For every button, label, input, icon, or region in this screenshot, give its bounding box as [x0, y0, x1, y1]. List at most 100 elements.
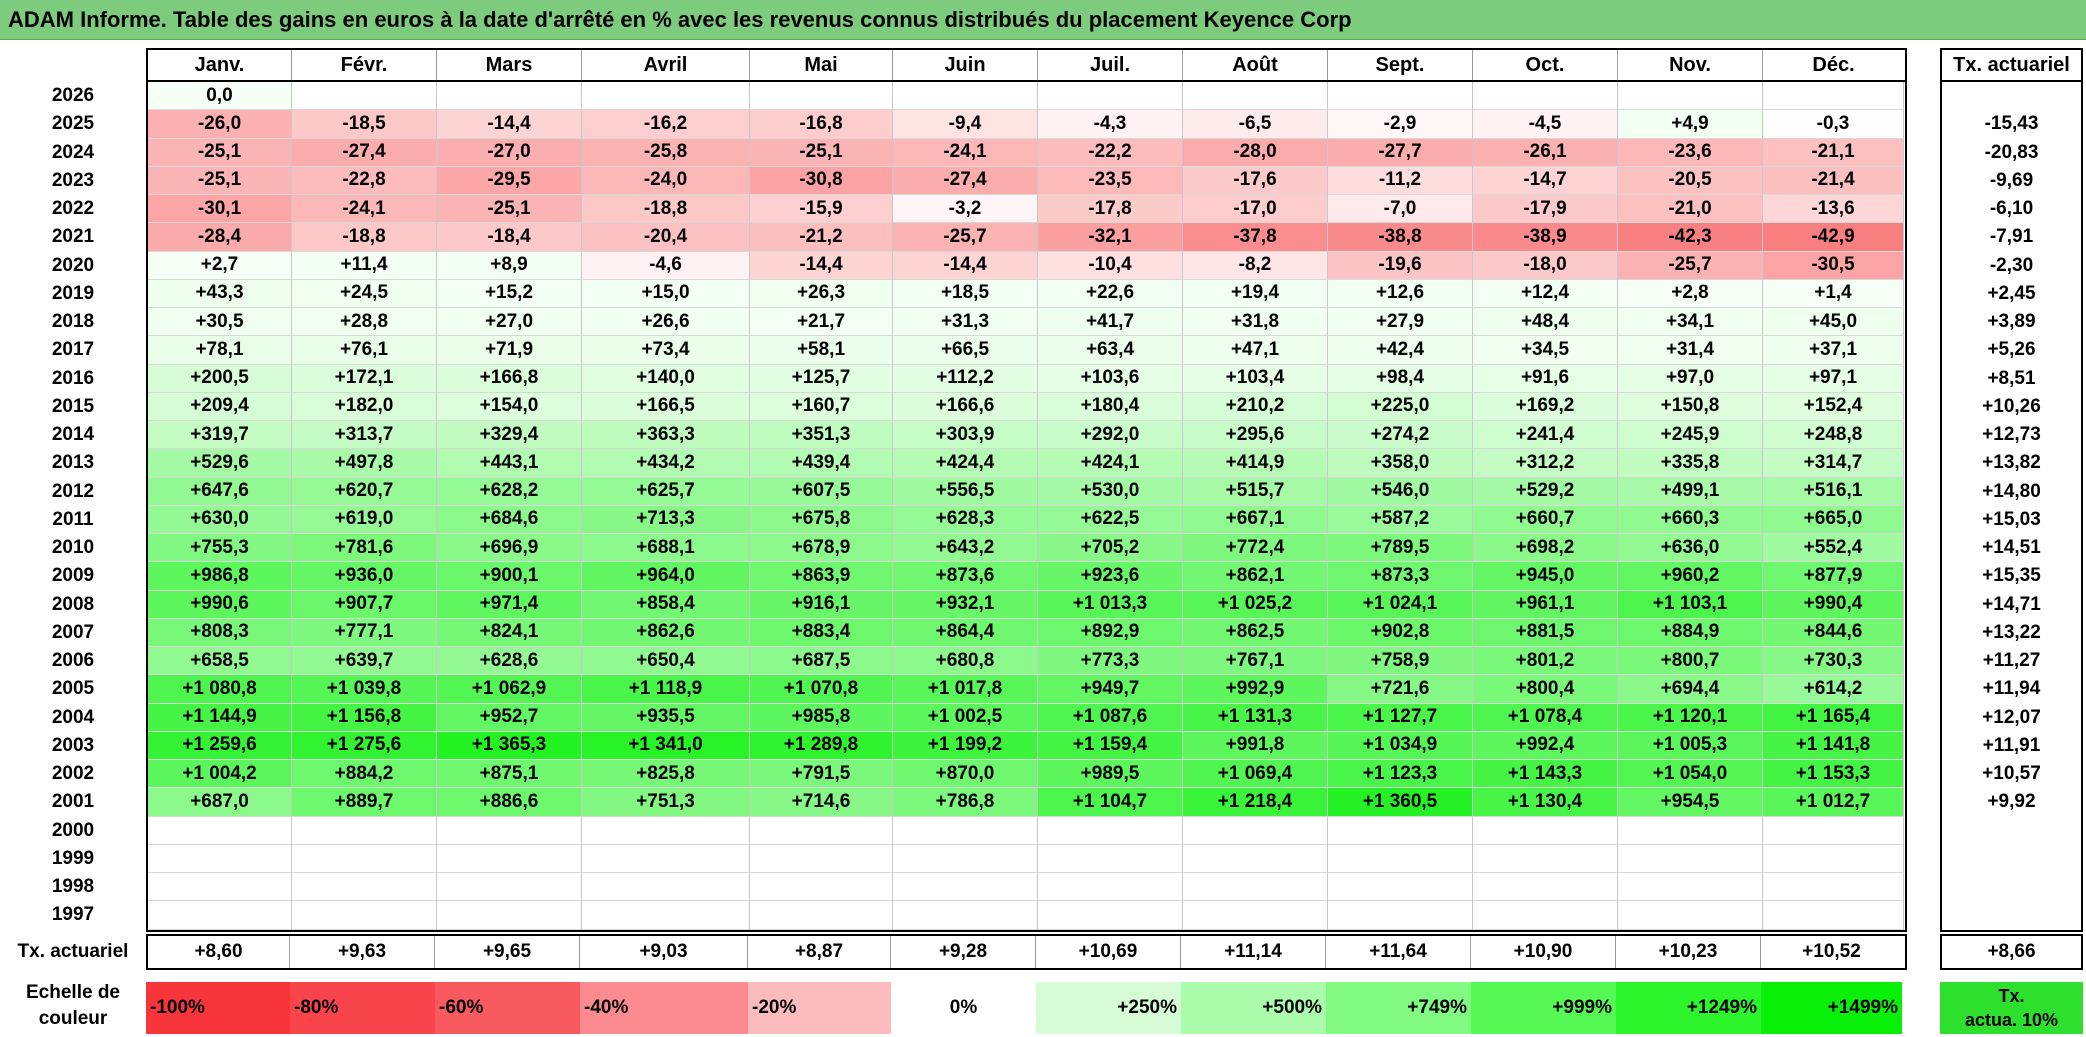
table-row [148, 816, 1905, 845]
gain-cell: +665,0 [1763, 505, 1904, 534]
gain-cell: +125,7 [750, 364, 893, 393]
gain-cell: -38,9 [1473, 223, 1618, 252]
gain-cell: -22,2 [1038, 138, 1183, 167]
color-scale-rate-line1: Tx. [1998, 986, 2025, 1006]
gain-cell: +777,1 [292, 618, 437, 647]
gain-cell: -17,6 [1183, 166, 1328, 195]
gain-cell: -21,2 [750, 223, 893, 252]
total-cell: +11,14 [1181, 936, 1326, 968]
gain-cell [1763, 82, 1904, 111]
total-cell: +9,63 [290, 936, 435, 968]
rate-cell [1942, 873, 2081, 901]
gain-cell: +949,7 [1038, 675, 1183, 704]
gain-cell: +15,2 [437, 279, 582, 308]
rate-cell: +13,82 [1982, 452, 2041, 474]
gain-cell [292, 844, 437, 873]
gain-cell: -26,0 [148, 110, 292, 139]
year-label: 2018 [51, 311, 95, 333]
totals-rate: +8,66 [1940, 934, 2083, 970]
gain-cell: +991,8 [1183, 731, 1328, 760]
gain-cell: +154,0 [437, 392, 582, 421]
table-row: -25,1 -27,4 -27,0 -25,8 -25,1 -24,1 -22,2 -28,0… [148, 138, 1905, 167]
gain-cell: +112,2 [893, 364, 1038, 393]
gain-cell [437, 901, 582, 930]
month-header-11: Déc. [1812, 53, 1855, 76]
table-row: +647,6 +620,7 +628,2 +625,7 +607,5 +556,5 +530… [148, 477, 1905, 506]
rate-cell: +8,51 [1987, 367, 2036, 389]
gain-cell: +295,6 [1183, 421, 1328, 450]
gain-cell [1473, 873, 1618, 902]
gain-cell: -21,4 [1763, 166, 1904, 195]
gain-cell: +1 024,1 [1328, 590, 1473, 619]
scale-step: +250% [1036, 982, 1181, 1034]
gain-cell [1473, 901, 1618, 930]
gain-cell: +870,0 [893, 760, 1038, 789]
gain-cell: -0,3 [1763, 110, 1904, 139]
gain-cell [1038, 901, 1183, 930]
rate-cell [1942, 901, 2081, 929]
gain-cell: -25,7 [1618, 251, 1763, 280]
rate-cell: +11,94 [1982, 678, 2041, 700]
gain-cell: -30,5 [1763, 251, 1904, 280]
gain-cell: +789,5 [1328, 534, 1473, 563]
gain-cell: +658,5 [148, 647, 292, 676]
gain-cell: +274,2 [1328, 421, 1473, 450]
gain-cell [1763, 873, 1904, 902]
report-title: ADAM Informe. Table des gains en euros à… [0, 0, 2086, 40]
gain-cell: +98,4 [1328, 364, 1473, 393]
scale-step: +500% [1181, 982, 1326, 1034]
gain-cell [148, 816, 292, 845]
gain-cell: +66,5 [893, 336, 1038, 365]
gain-cell: +767,1 [1183, 647, 1328, 676]
month-header-7: Août [1183, 50, 1328, 80]
gain-cell: +989,5 [1038, 760, 1183, 789]
gain-cell [1473, 816, 1618, 845]
gain-cell: +1 005,3 [1618, 731, 1763, 760]
table-row: +209,4 +182,0 +154,0 +166,5 +160,7 +166,6 +180… [148, 392, 1905, 421]
rate-cell: +15,35 [1982, 565, 2041, 587]
gain-cell: +363,3 [582, 421, 750, 450]
month-header-5: Juin [893, 50, 1038, 80]
gain-cell: -18,5 [292, 110, 437, 139]
total-cell: +8,60 [148, 936, 290, 968]
year-label: 2017 [51, 339, 95, 361]
year-label: 1999 [51, 847, 95, 869]
gain-cell: +335,8 [1618, 449, 1763, 478]
gain-cell: -28,4 [148, 223, 292, 252]
scale-step: +749% [1326, 982, 1471, 1034]
gain-cell: +952,7 [437, 703, 582, 732]
gain-cell: +47,1 [1183, 336, 1328, 365]
gain-cell: +12,4 [1473, 279, 1618, 308]
rate-cell [1942, 845, 2081, 873]
gain-cell: +48,4 [1473, 308, 1618, 337]
gain-cell [893, 873, 1038, 902]
totals-label: Tx. actuariel [17, 941, 129, 962]
gain-cell [1183, 844, 1328, 873]
gain-cell: -38,8 [1328, 223, 1473, 252]
gain-cell: -25,8 [582, 138, 750, 167]
gain-cell: +892,9 [1038, 618, 1183, 647]
gain-cell: +31,4 [1618, 336, 1763, 365]
gain-cell: +140,0 [582, 364, 750, 393]
gain-cell: +1 004,2 [148, 760, 292, 789]
gain-cell: +97,0 [1618, 364, 1763, 393]
scale-step: +999% [1471, 982, 1616, 1034]
gain-cell [582, 844, 750, 873]
rate-cell: +10,57 [1982, 763, 2041, 785]
gain-cell: +1 054,0 [1618, 760, 1763, 789]
rate-cell: +5,26 [1987, 339, 2036, 361]
gain-cell [1183, 901, 1328, 930]
gain-cell: +4,9 [1618, 110, 1763, 139]
year-label: 2021 [51, 226, 95, 248]
gain-cell [437, 816, 582, 845]
gain-cell: +31,8 [1183, 308, 1328, 337]
gain-cell: +660,3 [1618, 505, 1763, 534]
gain-cell [893, 816, 1038, 845]
gain-cell: +781,6 [292, 534, 437, 563]
gain-cell: +499,1 [1618, 477, 1763, 506]
table-row: +319,7 +313,7 +329,4 +363,3 +351,3 +303,9 +292… [148, 421, 1905, 450]
gain-cell [893, 901, 1038, 930]
gain-cell: -27,4 [893, 166, 1038, 195]
gain-cell: +1 034,9 [1328, 731, 1473, 760]
year-label: 2014 [51, 424, 95, 446]
